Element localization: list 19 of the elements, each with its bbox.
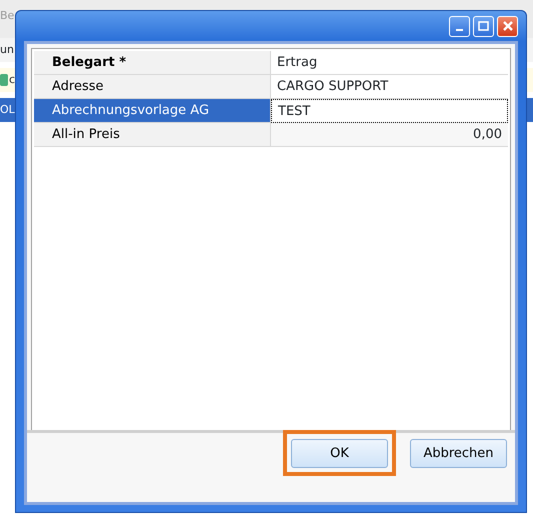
maximize-button[interactable] xyxy=(473,16,494,36)
close-icon xyxy=(502,20,514,32)
row-text: OL xyxy=(0,102,15,118)
window-title: Be xyxy=(0,9,14,22)
property-value[interactable]: 0,00 xyxy=(271,123,508,147)
document-icon xyxy=(0,74,8,86)
row-text: c xyxy=(9,72,16,88)
property-label[interactable]: All-in Preis xyxy=(34,123,271,147)
minimize-button[interactable] xyxy=(449,16,470,36)
property-value[interactable]: TEST xyxy=(271,99,508,123)
cancel-button[interactable]: Abbrechen xyxy=(410,439,507,468)
close-button[interactable] xyxy=(497,16,518,36)
maximize-icon xyxy=(478,21,489,31)
row-text: un xyxy=(0,42,14,58)
property-label[interactable]: Adresse xyxy=(34,75,271,99)
ok-button[interactable]: OK xyxy=(291,439,388,468)
minimize-icon xyxy=(456,29,463,31)
property-label[interactable]: Belegart * xyxy=(34,51,271,75)
property-label[interactable]: Abrechnungsvorlage AG xyxy=(34,99,271,123)
